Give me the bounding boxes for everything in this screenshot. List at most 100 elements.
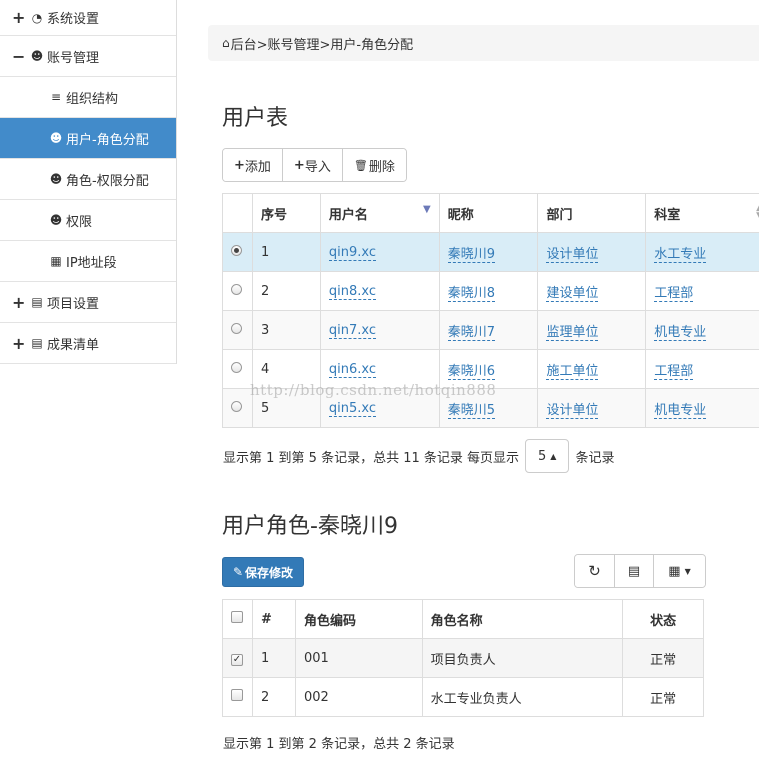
nickname-link[interactable]: 秦晓川8 [447, 285, 495, 302]
checkbox[interactable] [231, 689, 243, 701]
username-link[interactable]: qin5.xc [328, 400, 376, 417]
sidebar-item-project-settings[interactable]: + ▤ 项目设置 [0, 282, 176, 323]
cell-username: qin7.xc [319, 310, 440, 350]
columns-icon: ▦ [668, 563, 681, 579]
section-link[interactable]: 工程部 [654, 363, 694, 380]
cell-no: 1 [251, 638, 296, 678]
radio[interactable] [231, 361, 242, 373]
cell-no: 5 [251, 388, 321, 428]
table-row[interactable]: 2 qin8.xc 秦晓川8 建设单位 工程部 [222, 271, 759, 311]
nickname-link[interactable]: 秦晓川9 [447, 246, 495, 263]
cell-username: qin9.xc [319, 232, 440, 272]
page-suffix-text: 条记录 [575, 450, 615, 466]
dept-link[interactable]: 施工单位 [546, 363, 599, 380]
username-link[interactable]: qin9.xc [328, 244, 376, 261]
cell-role-name: 水工专业负责人 [421, 677, 624, 717]
table-row[interactable]: 2 002 水工专业负责人 正常 [222, 677, 704, 717]
username-link[interactable]: qin8.xc [328, 283, 376, 300]
nickname-link[interactable]: 秦晓川5 [447, 402, 495, 419]
column-header-status[interactable]: 状态 [622, 599, 704, 639]
delete-button[interactable]: 🗑 删除 [342, 149, 406, 181]
username-link[interactable]: qin7.xc [328, 322, 376, 339]
home-icon[interactable]: ⌂ [222, 36, 230, 50]
radio[interactable] [231, 283, 242, 295]
sidebar-item-ip-range[interactable]: ▦ IP地址段 [0, 241, 176, 282]
toggle-view-button[interactable]: ▤ [615, 555, 654, 587]
dept-link[interactable]: 建设单位 [546, 285, 599, 302]
breadcrumb-text[interactable]: 后台>账号管理>用户-角色分配 [231, 34, 413, 53]
username-link[interactable]: qin6.xc [328, 361, 376, 378]
plus-icon: + [293, 157, 305, 173]
columns-button[interactable]: ▦ ▼ [654, 555, 705, 587]
sidebar-item-user-role[interactable]: ☻ 用户-角色分配 [0, 118, 176, 159]
radio-selected[interactable] [231, 244, 242, 256]
column-header-nickname[interactable]: 昵称 [438, 193, 539, 233]
page-info-text: 显示第 1 到第 2 条记录，总共 2 条记录 [223, 737, 455, 752]
nickname-link[interactable]: 秦晓川6 [447, 363, 495, 380]
row-select[interactable] [222, 232, 253, 272]
select-all-checkbox[interactable] [231, 611, 243, 623]
checkbox-checked[interactable]: ✓ [231, 653, 243, 666]
column-header-role-code[interactable]: 角色编码 [294, 599, 423, 639]
nickname-link[interactable]: 秦晓川7 [447, 324, 495, 341]
radio[interactable] [231, 322, 242, 334]
row-select[interactable] [222, 677, 253, 717]
row-select[interactable] [222, 271, 253, 311]
sidebar-item-system-settings[interactable]: + ◔ 系统设置 [0, 0, 176, 36]
table-row[interactable]: 1 qin9.xc 秦晓川9 设计单位 水工专业 [222, 232, 759, 272]
cell-no: 2 [251, 271, 321, 311]
cell-username: qin8.xc [319, 271, 440, 311]
sidebar-item-role-permission[interactable]: ☻ 角色-权限分配 [0, 159, 176, 200]
table-row[interactable]: 4 qin6.xc 秦晓川6 施工单位 工程部 [222, 349, 759, 389]
refresh-button[interactable]: ↻ [575, 555, 615, 587]
sidebar-item-deliverables[interactable]: + ▤ 成果清单 [0, 323, 176, 364]
import-button[interactable]: + 导入 [282, 149, 343, 181]
row-select[interactable] [222, 388, 253, 428]
section-link[interactable]: 工程部 [654, 285, 694, 302]
add-button[interactable]: + 添加 [223, 149, 283, 181]
role-table-toolbar: ↻ ▤ ▦ ▼ [574, 554, 706, 588]
table-row[interactable]: ✓ 1 001 项目负责人 正常 [222, 638, 704, 678]
row-select[interactable]: ✓ [222, 638, 253, 678]
user-toolbar: + 添加 + 导入 🗑 删除 [222, 148, 407, 182]
column-header-section[interactable]: 科室▲▼ [645, 193, 759, 233]
page-size-dropdown[interactable]: 5 ▲ [525, 439, 570, 473]
expand-icon: + [12, 333, 26, 353]
table-row[interactable]: 5 qin5.xc 秦晓川5 设计单位 机电专业 [222, 388, 759, 428]
sidebar-item-account-management[interactable]: − ☻ 账号管理 [0, 36, 176, 77]
users-icon: ☻ [49, 213, 63, 227]
column-header-role-name[interactable]: 角色名称 [421, 599, 624, 639]
column-header-no[interactable]: 序号 [251, 193, 321, 233]
cell-section: 工程部 [645, 271, 759, 311]
sidebar-item-org-structure[interactable]: ≡ 组织结构 [0, 77, 176, 118]
column-header-dept[interactable]: 部门 [537, 193, 647, 233]
sidebar-item-permission[interactable]: ☻ 权限 [0, 200, 176, 241]
collapse-icon: − [12, 46, 26, 66]
cell-section: 工程部 [645, 349, 759, 389]
cell-nickname: 秦晓川9 [438, 232, 539, 272]
cell-role-name: 项目负责人 [421, 638, 624, 678]
cell-no: 3 [251, 310, 321, 350]
cell-dept: 建设单位 [537, 271, 647, 311]
sidebar-item-label: 角色-权限分配 [66, 173, 149, 189]
save-button[interactable]: ✎ 保存修改 [222, 557, 304, 587]
row-select[interactable] [222, 310, 253, 350]
list-alt-icon: ▤ [31, 336, 43, 350]
dept-link[interactable]: 监理单位 [546, 324, 599, 341]
section-link[interactable]: 水工专业 [654, 246, 707, 263]
radio[interactable] [231, 400, 242, 412]
cell-status: 正常 [622, 677, 704, 717]
role-pagination-info: 显示第 1 到第 2 条记录，总共 2 条记录 [223, 733, 455, 752]
sidebar-item-label: 用户-角色分配 [66, 132, 149, 148]
dept-link[interactable]: 设计单位 [546, 246, 599, 263]
row-select[interactable] [222, 349, 253, 389]
sort-desc-icon: ▼ [422, 203, 431, 215]
section-link[interactable]: 机电专业 [654, 324, 707, 341]
cell-no: 4 [251, 349, 321, 389]
cell-dept: 设计单位 [537, 232, 647, 272]
dept-link[interactable]: 设计单位 [546, 402, 599, 419]
table-row[interactable]: 3 qin7.xc 秦晓川7 监理单位 机电专业 [222, 310, 759, 350]
column-header-index[interactable]: # [251, 599, 296, 639]
column-header-username[interactable]: 用户名 ▼ [319, 193, 440, 233]
section-link[interactable]: 机电专业 [654, 402, 707, 419]
